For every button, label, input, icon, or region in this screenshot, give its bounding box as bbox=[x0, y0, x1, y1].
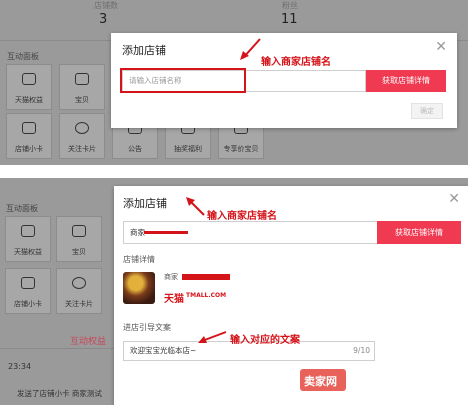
annotation-arrow-icon bbox=[198, 331, 227, 343]
tile-label: 关注卡片 bbox=[65, 300, 93, 308]
annotation-text: 输入对应的文案 bbox=[230, 335, 300, 346]
shop-name-value: 商家 bbox=[130, 228, 145, 237]
tile-label: 宝贝 bbox=[72, 248, 86, 256]
broadcast-icon bbox=[72, 277, 86, 289]
top-screenshot: 店铺数 3 粉丝 11 互动面板 天猫权益 宝贝 店铺小卡 关注卡片 公告 抽奖… bbox=[0, 0, 468, 165]
tile-label: 抽奖福利 bbox=[174, 145, 202, 153]
divider bbox=[0, 348, 120, 349]
watermark-text: 卖家网 bbox=[304, 375, 337, 388]
gift-icon bbox=[22, 73, 36, 85]
tile-label: 专享价宝贝 bbox=[223, 145, 259, 153]
close-icon[interactable]: ✕ bbox=[448, 191, 460, 207]
tile-tmall-benefit[interactable]: 天猫权益 bbox=[5, 216, 51, 262]
add-shop-dialog: 添加店铺 ✕ 商家 获取店铺详情 店铺详情 商家 天猫 TMALL.COM 进店… bbox=[114, 186, 468, 405]
tmall-domain: TMALL.COM bbox=[186, 292, 227, 299]
tile-label: 店铺小卡 bbox=[15, 145, 43, 153]
section-title: 互动面板 bbox=[6, 204, 38, 213]
shop-avatar bbox=[123, 272, 155, 304]
annotation-arrow-icon bbox=[186, 197, 205, 216]
tile-label: 关注卡片 bbox=[68, 145, 96, 153]
gift-icon bbox=[21, 225, 35, 237]
tile-label: 宝贝 bbox=[75, 96, 89, 104]
stat-value: 11 bbox=[281, 12, 298, 27]
bottom-screenshot: 互动面板 天猫权益 宝贝 店铺小卡 关注卡片 互动权益 23:34 发送了店铺小… bbox=[0, 178, 468, 405]
redacted-shop-detail bbox=[182, 274, 230, 280]
tag-icon bbox=[72, 225, 86, 237]
annotation-text: 输入商家店铺名 bbox=[261, 57, 331, 68]
section-title: 互动面板 bbox=[7, 52, 39, 61]
tile-shop-card[interactable]: 店铺小卡 bbox=[6, 113, 52, 159]
fetch-shop-details-button[interactable]: 获取店铺详情 bbox=[366, 70, 446, 92]
redacted-shop-name bbox=[144, 231, 188, 234]
tile-follow-card[interactable]: 关注卡片 bbox=[59, 113, 105, 159]
dialog-title: 添加店铺 bbox=[123, 197, 167, 210]
guide-text-value: 欢迎宝宝光临本店~ bbox=[130, 346, 197, 355]
close-icon[interactable]: ✕ bbox=[435, 39, 447, 55]
tile-label: 天猫权益 bbox=[14, 248, 42, 256]
input-highlight-box bbox=[120, 68, 246, 93]
store-icon bbox=[22, 122, 36, 134]
separator bbox=[0, 165, 468, 178]
tile-item[interactable]: 宝贝 bbox=[59, 64, 105, 110]
timestamp: 23:34 bbox=[8, 362, 32, 371]
broadcast-icon bbox=[75, 122, 89, 134]
annotation-text: 输入商家店铺名 bbox=[207, 211, 277, 222]
guide-text-title: 进店引导文案 bbox=[123, 323, 171, 332]
tile-label: 店铺小卡 bbox=[14, 300, 42, 308]
fetch-shop-details-button[interactable]: 获取店铺详情 bbox=[377, 221, 461, 244]
tile-follow-card[interactable]: 关注卡片 bbox=[56, 268, 102, 314]
stat-label: 店铺数 bbox=[94, 1, 118, 10]
feed-message: 发送了店铺小卡 商家测试 bbox=[17, 389, 102, 398]
shop-detail-title: 店铺详情 bbox=[123, 255, 155, 264]
tile-tmall-benefit[interactable]: 天猫权益 bbox=[6, 64, 52, 110]
shop-name: 商家 bbox=[164, 273, 178, 281]
tag-icon bbox=[75, 73, 89, 85]
tile-item[interactable]: 宝贝 bbox=[56, 216, 102, 262]
char-count: 9/10 bbox=[353, 346, 370, 355]
tile-label: 公告 bbox=[128, 145, 142, 153]
stat-label: 粉丝 bbox=[282, 1, 298, 10]
tmall-logo: 天猫 bbox=[164, 294, 184, 305]
store-icon bbox=[21, 277, 35, 289]
stat-value: 3 bbox=[99, 12, 108, 27]
watermark-url: www.maijia.com bbox=[352, 376, 435, 386]
confirm-button[interactable]: 确定 bbox=[411, 103, 443, 119]
interaction-benefit-link[interactable]: 互动权益 bbox=[70, 334, 106, 347]
tile-label: 天猫权益 bbox=[15, 96, 43, 104]
dialog-title: 添加店铺 bbox=[122, 44, 166, 57]
tile-shop-card[interactable]: 店铺小卡 bbox=[5, 268, 51, 314]
